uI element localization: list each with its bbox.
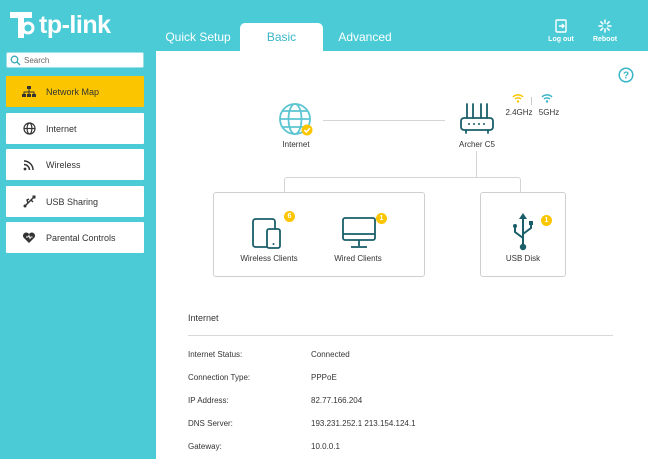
usb-disk-node[interactable] [510,212,536,252]
reboot-button[interactable]: Reboot [587,19,623,43]
sidebar-item-internet[interactable]: Internet [6,113,144,144]
search-icon [10,55,21,65]
search-box [6,52,144,68]
router-icon [460,103,494,134]
usb-icon [513,213,533,251]
wifi-5g-icon [541,94,553,103]
tab-quick-setup[interactable]: Quick Setup [156,23,240,51]
ip-address-value: 82.77.166.204 [311,396,363,405]
tp-link-logo-icon [10,12,35,38]
band-separator [531,97,532,105]
usb-disk-label: USB Disk [505,254,541,263]
gateway-label: Gateway: [188,442,222,451]
wired-clients-badge: 1 [376,213,387,224]
connection-type-label: Connection Type: [188,373,251,382]
sidebar-item-usb-sharing[interactable]: USB Sharing [6,186,144,217]
ip-address-label: IP Address: [188,396,229,405]
band-24-label: 2.4GHz [505,108,533,117]
dns-server-label: DNS Server: [188,419,233,428]
logout-icon [555,19,567,33]
gateway-value: 10.0.0.1 [311,442,340,451]
band-5-label: 5GHz [538,108,560,117]
internet-section-title: Internet [188,313,219,323]
sidebar-item-network-map[interactable]: Network Map [6,76,144,107]
section-divider [188,335,613,336]
tp-link-logo: tp-link [6,8,111,42]
tab-advanced[interactable]: Advanced [323,23,407,51]
sidebar-item-parental-controls[interactable]: Parental Controls [6,222,144,253]
logout-label: Log out [548,36,574,43]
wifi-icon [20,159,38,171]
internet-status-label: Internet Status: [188,350,243,359]
connection-type-value: PPPoE [311,373,337,382]
usb-icon [20,195,38,208]
internet-label: Internet [282,140,310,149]
help-icon[interactable]: ? [618,67,634,83]
globe-icon [279,103,313,136]
wired-clients-node[interactable] [340,215,378,251]
globe-icon [20,122,38,135]
sidebar-item-wireless[interactable]: Wireless [6,149,144,180]
tab-basic[interactable]: Basic [240,23,323,51]
network-map-icon [20,85,38,98]
heart-icon [20,231,38,244]
wifi-2g-icon [512,94,524,103]
wireless-clients-badge: 6 [284,211,295,222]
usb-disk-badge: 1 [541,215,552,226]
computer-icon [342,217,376,248]
search-input[interactable] [24,55,134,65]
sidebar-item-label: Network Map [46,86,100,97]
internet-status-value: Connected [311,350,350,359]
sidebar-item-label: Parental Controls [46,232,116,243]
router-node[interactable] [458,102,496,136]
top-tabs: Quick Setup Basic Advanced [156,23,407,51]
branch-line [284,177,521,192]
sidebar-item-label: Wireless [46,159,81,170]
clients-box [213,192,425,277]
wireless-clients-label: Wireless Clients [240,254,298,263]
sidebar-item-label: USB Sharing [46,196,99,207]
mobile-devices-icon [252,218,281,249]
reboot-label: Reboot [592,36,618,43]
router-down-line [476,151,477,177]
internet-node[interactable] [278,102,314,138]
sidebar-item-label: Internet [46,123,77,134]
reboot-icon [598,19,612,33]
logout-button[interactable]: Log out [543,19,579,43]
dns-server-value: 193.231.252.1 213.154.124.1 [311,419,416,428]
router-label: Archer C5 [458,140,495,149]
svg-text:?: ? [623,71,629,82]
brand-name: tp-link [39,10,111,39]
wired-clients-label: Wired Clients [334,254,382,263]
internet-router-line [323,120,445,121]
wireless-clients-node[interactable] [250,215,286,251]
